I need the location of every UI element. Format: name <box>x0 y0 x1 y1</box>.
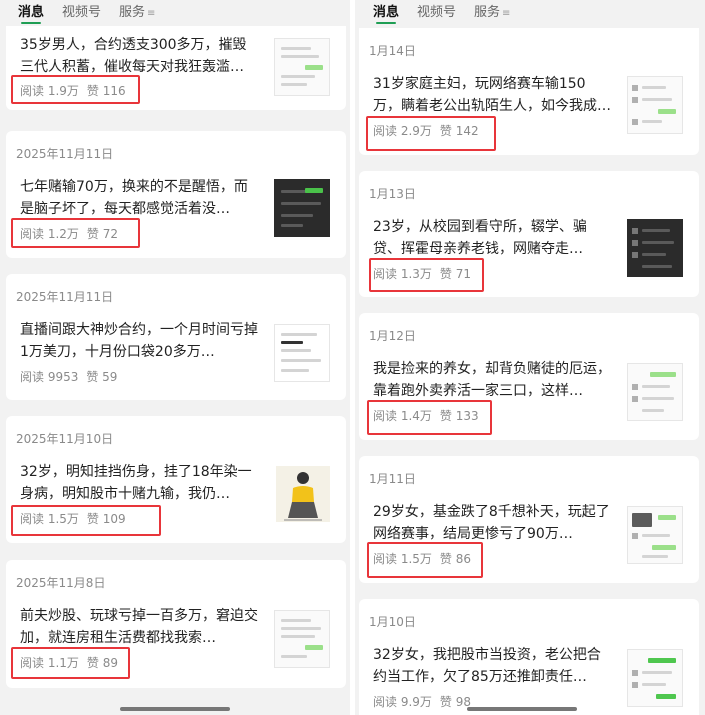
article-thumbnail <box>627 219 683 277</box>
highlight-box <box>11 647 130 679</box>
article-thumbnail <box>274 324 330 382</box>
article-thumbnail <box>627 76 683 134</box>
person-illustration-icon <box>284 472 322 521</box>
tab-channels[interactable]: 视频号 <box>62 0 101 21</box>
article-card[interactable]: 1月10日 32岁女，我把股市当投资，老公把合约当工作，欠了85万还推卸责任… … <box>359 599 699 715</box>
like-count: 赞 98 <box>439 695 471 709</box>
highlight-box <box>367 542 483 578</box>
article-thumbnail <box>627 649 683 707</box>
article-date: 2025年11月10日 <box>16 432 114 446</box>
tab-messages[interactable]: 消息 <box>18 0 44 24</box>
article-date: 1月13日 <box>369 187 416 201</box>
highlight-box <box>369 258 484 292</box>
highlight-box <box>366 116 496 151</box>
article-thumbnail <box>274 38 330 96</box>
highlight-box <box>11 75 140 104</box>
article-stats: 阅读 9.9万赞 98 <box>373 693 479 710</box>
article-date: 1月14日 <box>369 44 416 58</box>
left-article-list-panel: 消息 视频号 服务 ≡ 35岁男人，合约透支300多万，摧毁三代人积蓄，催收每天对… <box>0 0 350 715</box>
tab-services[interactable]: 服务 ≡ <box>474 0 510 22</box>
article-stats: 阅读 9953 赞 59 <box>20 368 125 385</box>
article-date: 2025年11月11日 <box>16 147 114 161</box>
right-article-list-panel: 消息 视频号 服务 ≡ 1月14日 31岁家庭主妇，玩网络赛车输150万，瞒着老公… <box>355 0 705 715</box>
like-count: 赞 59 <box>86 370 118 384</box>
article-thumbnail <box>627 363 683 421</box>
article-thumbnail <box>276 466 330 522</box>
tab-services[interactable]: 服务 ≡ <box>119 0 155 22</box>
tab-messages[interactable]: 消息 <box>373 0 399 24</box>
highlight-box <box>367 400 492 435</box>
article-title: 32岁，明知挂挡伤身，挂了18年染一身病，明知股市十赌九输，我仍… <box>20 464 252 502</box>
article-card[interactable]: 2025年11月11日 直播间跟大神炒合约，一个月时间亏掉1万美刀，十月份口袋2… <box>6 274 346 400</box>
home-indicator[interactable] <box>467 707 577 711</box>
article-title: 31岁家庭主妇，玩网络赛车输150万，瞒着老公出轨陌生人，如今我成… <box>373 76 611 114</box>
article-title: 35岁男人，合约透支300多万，摧毁三代人积蓄，催收每天对我狂轰滥… <box>20 37 247 75</box>
article-title: 23岁，从校园到看守所，辍学、骗贷、挥霍母亲养老钱，网赌夺走… <box>373 219 587 257</box>
menu-lines-icon: ≡ <box>502 8 511 19</box>
article-title: 32岁女，我把股市当投资，老公把合约当工作，欠了85万还推卸责任… <box>373 647 601 685</box>
article-date: 1月10日 <box>369 615 416 629</box>
article-title: 29岁女，基金跌了8千想补天，玩起了网络赛事，结局更惨亏了90万… <box>373 504 610 542</box>
article-thumbnail <box>627 506 683 564</box>
article-date: 2025年11月8日 <box>16 576 106 590</box>
article-thumbnail <box>274 179 330 237</box>
article-title: 我是捡来的养女，却背负赌徒的厄运，靠着跑外卖养活一家三口，这样… <box>373 361 611 399</box>
article-date: 2025年11月11日 <box>16 290 114 304</box>
read-count: 阅读 9.9万 <box>373 695 432 709</box>
home-indicator[interactable] <box>120 707 230 711</box>
article-thumbnail <box>274 610 330 668</box>
article-date: 1月11日 <box>369 472 416 486</box>
article-title: 直播间跟大神炒合约，一个月时间亏掉1万美刀，十月份口袋20多万… <box>20 322 258 360</box>
article-title: 前夫炒股、玩球亏掉一百多万，窘迫交加，就连房租生活费都找我索… <box>20 608 258 646</box>
highlight-box <box>11 505 161 536</box>
tab-services-label: 服务 <box>119 5 146 20</box>
left-tab-bar: 消息 视频号 服务 ≡ <box>0 0 350 26</box>
article-title: 七年赌输70万，换来的不是醒悟，而是脑子坏了，每天都感觉活着没… <box>20 179 248 217</box>
right-tab-bar: 消息 视频号 服务 ≡ <box>355 0 705 26</box>
read-count: 阅读 9953 <box>20 370 79 384</box>
article-date: 1月12日 <box>369 329 416 343</box>
highlight-box <box>11 218 140 248</box>
menu-lines-icon: ≡ <box>147 8 156 19</box>
tab-services-label: 服务 <box>474 5 501 20</box>
tab-channels[interactable]: 视频号 <box>417 0 456 21</box>
